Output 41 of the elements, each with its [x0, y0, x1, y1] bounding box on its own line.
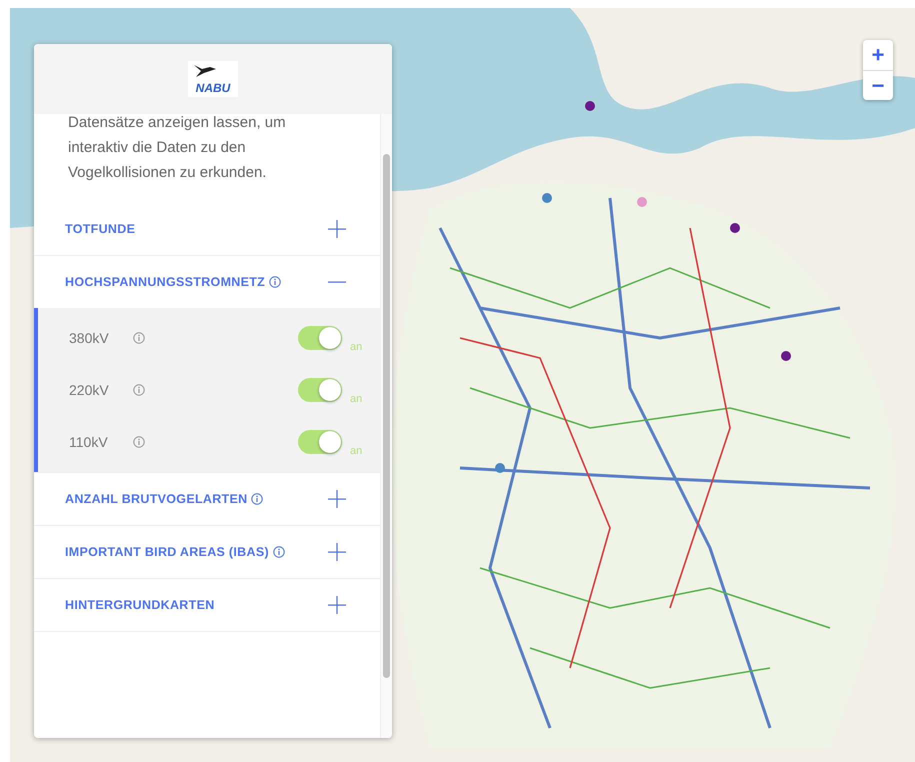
- layer-label: 110kV: [69, 434, 109, 450]
- layer-label: 220kV: [69, 382, 110, 398]
- map-marker[interactable]: [495, 463, 505, 473]
- section-title: HINTERGRUNDKARTEN: [65, 598, 215, 612]
- toggle-state-label: an: [350, 445, 364, 457]
- section-header[interactable]: TOTFUNDE: [34, 203, 380, 255]
- info-icon[interactable]: [133, 332, 145, 344]
- info-icon[interactable]: [269, 276, 282, 288]
- expand-icon[interactable]: [328, 490, 346, 508]
- info-icon[interactable]: [272, 546, 285, 558]
- section-header[interactable]: HINTERGRUNDKARTEN: [34, 579, 380, 631]
- map-marker[interactable]: [585, 101, 595, 111]
- stork-icon: [192, 63, 218, 79]
- map-marker[interactable]: [542, 193, 552, 203]
- section-header[interactable]: IMPORTANT BIRD AREAS (IBAS): [34, 526, 380, 578]
- toggle-switch[interactable]: [298, 378, 342, 402]
- section-title: IMPORTANT BIRD AREAS (IBAS): [65, 545, 269, 559]
- logo-text: NABU: [196, 81, 230, 95]
- section-header[interactable]: ANZAHL BRUTVOGELARTEN: [34, 473, 380, 525]
- layer-label: 380kV: [69, 330, 110, 346]
- toggle-switch[interactable]: [298, 326, 342, 350]
- toggle-state-label: an: [350, 393, 364, 405]
- info-icon[interactable]: [133, 384, 145, 396]
- zoom-in-button[interactable]: +: [863, 40, 893, 70]
- section-header[interactable]: HOCHSPANNUNGSSTROMNETZ: [34, 256, 380, 308]
- toggle-switch[interactable]: [298, 430, 342, 454]
- toggle-state-label: an: [350, 341, 364, 353]
- expand-icon[interactable]: [328, 220, 346, 238]
- scrollbar[interactable]: [380, 114, 392, 738]
- section-title: HOCHSPANNUNGSSTROMNETZ: [65, 275, 266, 289]
- info-icon[interactable]: [133, 436, 145, 448]
- description-text: Datensätze anzeigen lassen, um interaktiv die Daten zu den Vogelkollisionen zu erkunden.: [67, 114, 287, 183]
- section-title: ANZAHL BRUTVOGELARTEN: [65, 492, 248, 506]
- info-icon[interactable]: [251, 493, 264, 505]
- map-marker[interactable]: [637, 197, 647, 207]
- zoom-out-button[interactable]: −: [863, 70, 893, 100]
- map-marker[interactable]: [730, 223, 740, 233]
- expand-icon[interactable]: [328, 596, 346, 614]
- map-marker[interactable]: [781, 351, 791, 361]
- section-title: TOTFUNDE: [65, 222, 136, 236]
- expand-icon[interactable]: [328, 543, 346, 561]
